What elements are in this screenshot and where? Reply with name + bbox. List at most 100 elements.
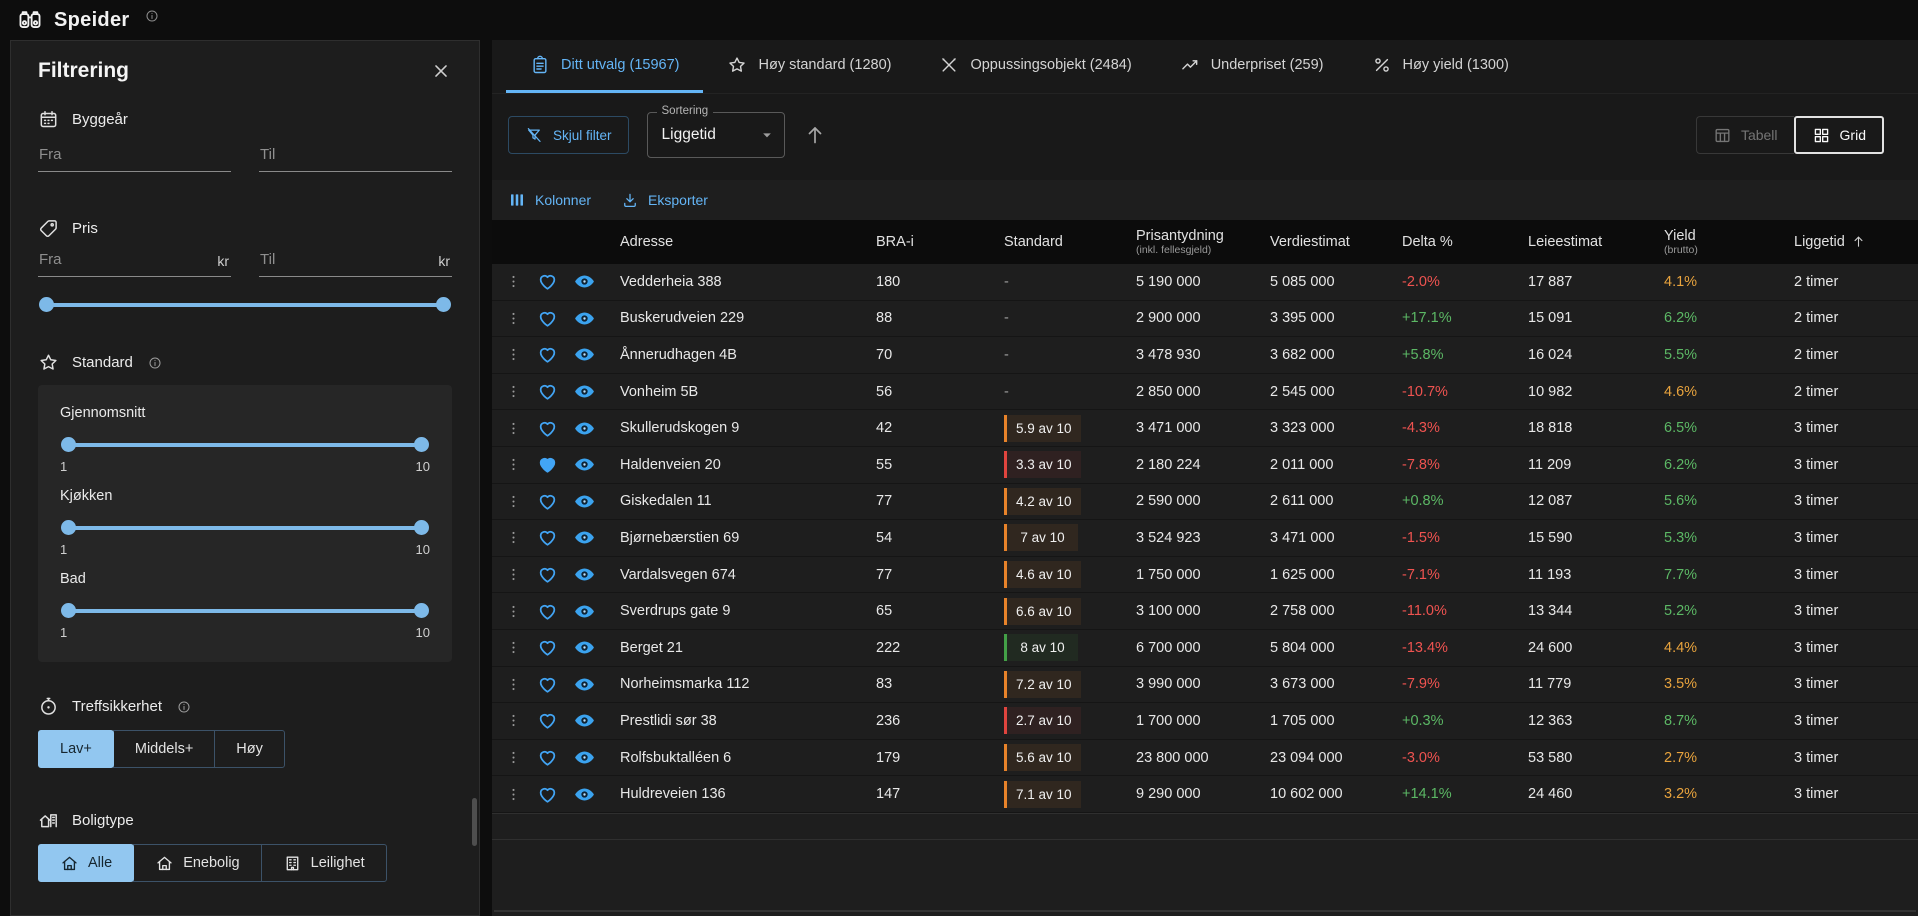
view-icon[interactable] (573, 636, 596, 659)
favorite-icon[interactable] (537, 381, 558, 402)
range-slider[interactable] (63, 603, 427, 618)
row-menu-icon[interactable] (505, 639, 522, 656)
address-cell[interactable]: Ånnerudhagen 4B (620, 347, 876, 363)
tab-underpriset[interactable]: Underpriset (259) (1156, 40, 1348, 93)
address-cell[interactable]: Bjørnebærstien 69 (620, 530, 876, 546)
horizontal-scrollbar[interactable] (494, 910, 1916, 912)
view-icon[interactable] (573, 709, 596, 732)
address-cell[interactable]: Norheimsmarka 112 (620, 676, 876, 692)
table-row[interactable]: Rolfsbuktalléen 6 179 5.6 av 10 23 800 0… (492, 740, 1918, 777)
column-header-leieestimat[interactable]: Leieestimat (1528, 234, 1664, 251)
favorite-icon[interactable] (537, 637, 558, 658)
view-icon[interactable] (573, 783, 596, 806)
column-header-prisantydning[interactable]: Prisantydning(inkl. fellesgjeld) (1136, 228, 1270, 257)
table-view-button[interactable]: Tabell (1696, 116, 1794, 154)
row-menu-icon[interactable] (505, 346, 522, 363)
chip-middels-[interactable]: Middels+ (113, 730, 215, 768)
chip-alle[interactable]: Alle (38, 844, 134, 882)
column-header-yield[interactable]: Yield(brutto) (1664, 228, 1794, 257)
sidebar-scrollbar[interactable] (472, 798, 477, 846)
table-row[interactable]: Vardalsvegen 674 77 4.6 av 10 1 750 000 … (492, 557, 1918, 594)
table-row[interactable]: Vedderheia 388 180 - 5 190 000 5 085 000… (492, 264, 1918, 301)
favorite-icon[interactable] (537, 418, 558, 439)
table-row[interactable]: Ånnerudhagen 4B 70 - 3 478 930 3 682 000… (492, 337, 1918, 374)
address-cell[interactable]: Buskerudveien 229 (620, 310, 876, 326)
favorite-icon[interactable] (537, 454, 558, 475)
favorite-icon[interactable] (537, 747, 558, 768)
view-icon[interactable] (573, 746, 596, 769)
slider-handle-max[interactable] (414, 603, 429, 618)
row-menu-icon[interactable] (505, 566, 522, 583)
view-icon[interactable] (573, 380, 596, 403)
range-slider[interactable] (63, 437, 427, 452)
byggear-to-input[interactable] (259, 140, 452, 168)
address-cell[interactable]: Sverdrups gate 9 (620, 603, 876, 619)
row-menu-icon[interactable] (505, 456, 522, 473)
address-cell[interactable]: Prestlidi sør 38 (620, 713, 876, 729)
sort-direction-ascending-icon[interactable] (803, 123, 827, 147)
view-icon[interactable] (573, 673, 596, 696)
view-icon[interactable] (573, 526, 596, 549)
favorite-icon[interactable] (537, 527, 558, 548)
table-row[interactable]: Buskerudveien 229 88 - 2 900 000 3 395 0… (492, 301, 1918, 338)
column-header-standard[interactable]: Standard (1004, 234, 1136, 251)
favorite-icon[interactable] (537, 271, 558, 292)
column-header-bra-i[interactable]: BRA-i (876, 234, 1004, 251)
row-menu-icon[interactable] (505, 529, 522, 546)
pris-to-input[interactable] (259, 245, 452, 273)
row-menu-icon[interactable] (505, 712, 522, 729)
tab-oppussingsobjekt[interactable]: Oppussingsobjekt (2484) (915, 40, 1155, 93)
slider-handle-min[interactable] (61, 437, 76, 452)
view-icon[interactable] (573, 343, 596, 366)
table-row[interactable]: Norheimsmarka 112 83 7.2 av 10 3 990 000… (492, 667, 1918, 704)
grid-view-button[interactable]: Grid (1794, 116, 1884, 154)
favorite-icon[interactable] (537, 784, 558, 805)
table-row[interactable]: Sverdrups gate 9 65 6.6 av 10 3 100 000 … (492, 593, 1918, 630)
favorite-icon[interactable] (537, 564, 558, 585)
view-icon[interactable] (573, 307, 596, 330)
column-header-liggetid[interactable]: Liggetid (1794, 234, 1918, 251)
row-menu-icon[interactable] (505, 603, 522, 620)
address-cell[interactable]: Haldenveien 20 (620, 457, 876, 473)
byggear-from-input[interactable] (38, 140, 231, 168)
columns-button[interactable]: Kolonner (508, 191, 591, 209)
address-cell[interactable]: Skullerudskogen 9 (620, 420, 876, 436)
table-row[interactable]: Bjørnebærstien 69 54 7 av 10 3 524 923 3… (492, 520, 1918, 557)
table-row[interactable]: Prestlidi sør 38 236 2.7 av 10 1 700 000… (492, 703, 1918, 740)
info-icon[interactable] (145, 9, 159, 23)
row-menu-icon[interactable] (505, 383, 522, 400)
view-icon[interactable] (573, 453, 596, 476)
row-menu-icon[interactable] (505, 273, 522, 290)
slider-handle-min[interactable] (61, 603, 76, 618)
favorite-icon[interactable] (537, 491, 558, 512)
price-range-slider[interactable] (41, 297, 449, 312)
row-menu-icon[interactable] (505, 786, 522, 803)
view-icon[interactable] (573, 270, 596, 293)
row-menu-icon[interactable] (505, 749, 522, 766)
column-header-verdiestimat[interactable]: Verdiestimat (1270, 234, 1402, 251)
row-menu-icon[interactable] (505, 493, 522, 510)
table-row[interactable]: Skullerudskogen 9 42 5.9 av 10 3 471 000… (492, 410, 1918, 447)
range-slider[interactable] (63, 520, 427, 535)
table-row[interactable]: Huldreveien 136 147 7.1 av 10 9 290 000 … (492, 776, 1918, 813)
tab-ditt-utvalg[interactable]: Ditt utvalg (15967) (506, 40, 703, 93)
slider-handle-min[interactable] (39, 297, 54, 312)
chip-lav-[interactable]: Lav+ (38, 730, 114, 768)
address-cell[interactable]: Berget 21 (620, 640, 876, 656)
hide-filter-button[interactable]: Skjul filter (508, 116, 629, 154)
view-icon[interactable] (573, 600, 596, 623)
slider-handle-max[interactable] (414, 520, 429, 535)
view-icon[interactable] (573, 417, 596, 440)
table-row[interactable]: Vonheim 5B 56 - 2 850 000 2 545 000 -10.… (492, 374, 1918, 411)
view-icon[interactable] (573, 490, 596, 513)
chip-høy[interactable]: Høy (214, 730, 285, 768)
tab-høy-yield[interactable]: Høy yield (1300) (1348, 40, 1533, 93)
favorite-icon[interactable] (537, 308, 558, 329)
address-cell[interactable]: Vedderheia 388 (620, 274, 876, 290)
column-header-adresse[interactable]: Adresse (620, 234, 876, 251)
favorite-icon[interactable] (537, 344, 558, 365)
chip-enebolig[interactable]: Enebolig (133, 844, 261, 882)
slider-handle-max[interactable] (436, 297, 451, 312)
slider-handle-min[interactable] (61, 520, 76, 535)
close-icon[interactable] (430, 60, 452, 82)
